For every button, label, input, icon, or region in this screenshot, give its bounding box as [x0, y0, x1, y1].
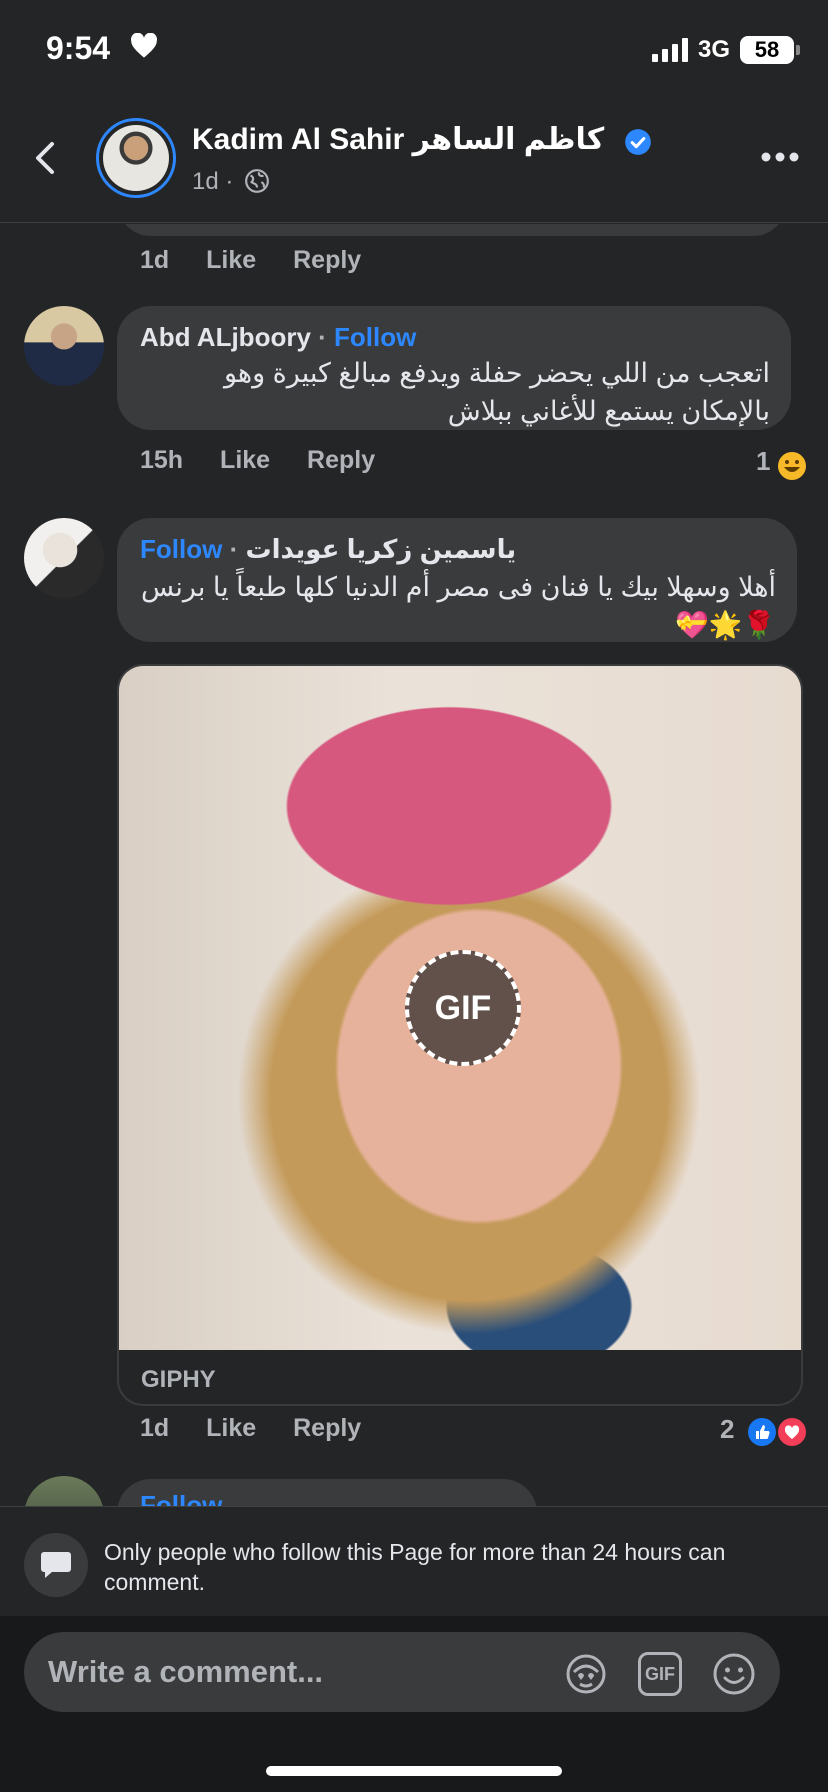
separator-dot: · — [318, 322, 327, 352]
page-avatar[interactable] — [96, 118, 176, 198]
avatar[interactable] — [24, 1476, 104, 1506]
follow-button[interactable]: Follow — [334, 322, 416, 352]
comment-restriction-notice: Only people who follow this Page for mor… — [0, 1506, 828, 1616]
separator-dot: · — [229, 534, 239, 564]
comment-composer[interactable]: GIF — [24, 1632, 780, 1712]
gif-image[interactable]: GIF — [119, 666, 801, 1350]
globe-icon — [245, 169, 269, 193]
follow-button[interactable]: Follow — [140, 534, 222, 564]
heart-icon — [131, 33, 157, 58]
gif-source-label: GIPHY — [141, 1366, 216, 1393]
notice-icon-wrap — [24, 1533, 88, 1597]
haha-reaction-icon — [776, 450, 808, 482]
reply-button[interactable]: Reply — [293, 246, 361, 274]
comment-author-line: Follow · ياسمين زكريا عويدات — [140, 534, 516, 565]
like-button[interactable]: Like — [206, 246, 256, 274]
battery-indicator: 58 — [740, 36, 794, 64]
gif-button[interactable]: GIF — [638, 1652, 682, 1696]
comment-time: 15h — [140, 446, 184, 474]
like-button[interactable]: Like — [220, 446, 270, 474]
comment-text: أهلا وسهلا بيك يا فنان فى مصر أم الدنيا … — [141, 572, 776, 640]
gif-play-badge[interactable]: GIF — [405, 950, 521, 1066]
gif-attachment[interactable]: GIF GIPHY — [117, 664, 803, 1406]
comment-actions: 1d Like Reply — [140, 1414, 391, 1443]
comment-time: 1d — [140, 246, 170, 274]
reply-button[interactable]: Reply — [307, 446, 375, 474]
comment-time: 1d — [140, 1414, 170, 1442]
post-time: 1d · — [192, 168, 234, 195]
comment-text: اتعجب من اللي يحضر حفلة ويدفع مبالغ كبير… — [223, 358, 770, 426]
back-arrow-icon[interactable] — [26, 138, 66, 178]
home-indicator — [266, 1766, 562, 1776]
comments-feed[interactable]: 1d Like Reply Abd ALjboory · Follow اتعج… — [0, 224, 828, 1506]
like-button[interactable]: Like — [206, 1414, 256, 1442]
previous-comment-actions: 1d Like Reply — [140, 246, 391, 275]
comment-actions: 15h Like Reply — [140, 446, 405, 475]
avatar[interactable] — [24, 306, 104, 386]
composer-area: GIF — [0, 1616, 828, 1792]
follow-button[interactable]: Follow — [140, 1490, 222, 1506]
page-name[interactable]: Kadim Al Sahir كاظم الساهر — [192, 122, 604, 157]
avatar[interactable] — [24, 518, 104, 598]
more-options-icon[interactable] — [760, 150, 800, 164]
emoji-icon[interactable] — [712, 1652, 756, 1696]
comment-bubble-icon — [41, 1552, 71, 1578]
notice-text: Only people who follow this Page for mor… — [104, 1539, 726, 1595]
reaction-count[interactable]: 2 — [720, 1414, 734, 1445]
comment-author-line: Abd ALjboory · Follow — [140, 322, 416, 353]
comment-author[interactable]: Abd ALjboory — [140, 322, 311, 352]
avatar-sticker-icon[interactable] — [564, 1652, 608, 1696]
post-header: Kadim Al Sahir كاظم الساهر 1d · — [0, 100, 828, 223]
reply-button[interactable]: Reply — [293, 1414, 361, 1442]
comment-author[interactable]: ياسمين زكريا عويدات — [245, 534, 516, 564]
battery-cap — [796, 45, 800, 55]
network-type: 3G — [698, 36, 731, 63]
reaction-count[interactable]: 1 — [756, 446, 770, 477]
verified-badge-icon — [625, 129, 651, 155]
comment-input[interactable] — [48, 1632, 548, 1712]
status-bar: 9:54 3G 58 — [0, 0, 828, 100]
status-time: 9:54 — [46, 30, 111, 66]
previous-comment-bubble — [117, 224, 787, 236]
cellular-signal-icon — [652, 38, 688, 62]
like-reaction-icon — [746, 1416, 778, 1448]
love-reaction-icon — [776, 1416, 808, 1448]
